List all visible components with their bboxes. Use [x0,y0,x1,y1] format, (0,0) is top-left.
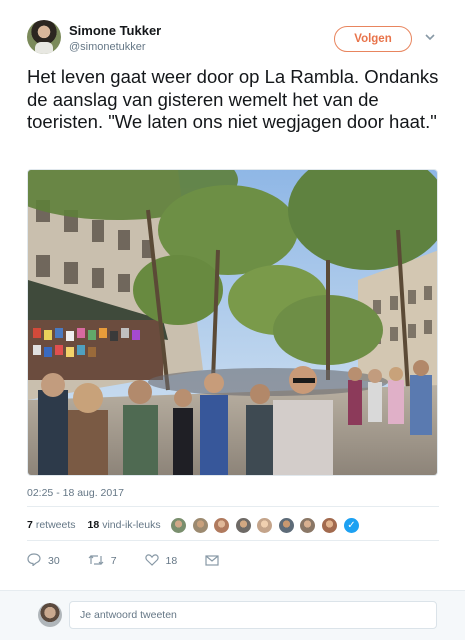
reply-icon [27,553,41,569]
heart-icon [144,553,159,569]
author-handle[interactable]: @simonetukker [69,41,146,53]
divider [27,506,439,507]
divider [27,540,439,541]
retweet-button[interactable]: 7 [88,554,117,569]
tweet-header: Simone Tukker @simonetukker Volgen [27,20,447,60]
author-avatar[interactable] [27,20,61,54]
tweet-timestamp[interactable]: 02:25 - 18 aug. 2017 [27,487,124,499]
likes-stat[interactable]: 18 vind-ik-leuks [88,519,161,531]
liker-avatar[interactable] [213,517,230,534]
envelope-icon [205,554,219,569]
chevron-down-icon[interactable] [423,31,437,45]
retweet-count: 7 [110,555,117,567]
reply-count: 30 [48,555,60,567]
tweet-actions: 30 7 18 [27,553,254,569]
reply-input[interactable]: Je antwoord tweeten [69,601,437,629]
liker-avatar[interactable] [299,517,316,534]
la-rambla-photo-illustration [28,170,437,475]
liker-avatar[interactable] [256,517,273,534]
direct-message-button[interactable] [205,554,226,569]
likes-label: vind-ik-leuks [102,519,161,531]
liker-avatars: ✓ [170,517,359,534]
liker-avatar[interactable] [191,517,209,534]
liker-avatar[interactable] [234,517,252,534]
retweet-icon [88,554,104,569]
likes-count: 18 [87,519,100,531]
tweet-photo[interactable] [27,169,438,476]
liker-avatar[interactable] [320,517,338,534]
current-user-avatar [38,603,62,627]
retweets-stat[interactable]: 7 retweets [27,519,76,531]
reply-button[interactable]: 30 [27,553,60,569]
liker-avatar[interactable] [170,517,187,534]
like-button[interactable]: 18 [144,553,178,569]
tweet-stats: 7 retweets 18 vind-ik-leuks [27,519,173,531]
like-count: 18 [165,555,178,567]
retweets-label: retweets [35,519,76,531]
follow-button[interactable]: Volgen [334,26,412,52]
tweet-text: Het leven gaat weer door op La Rambla. O… [27,66,439,132]
liker-avatar[interactable] [277,517,295,534]
verified-icon: ✓ [344,518,359,533]
reply-bar: Je antwoord tweeten [0,590,465,640]
author-name[interactable]: Simone Tukker [69,23,161,38]
retweets-count: 7 [27,519,33,531]
